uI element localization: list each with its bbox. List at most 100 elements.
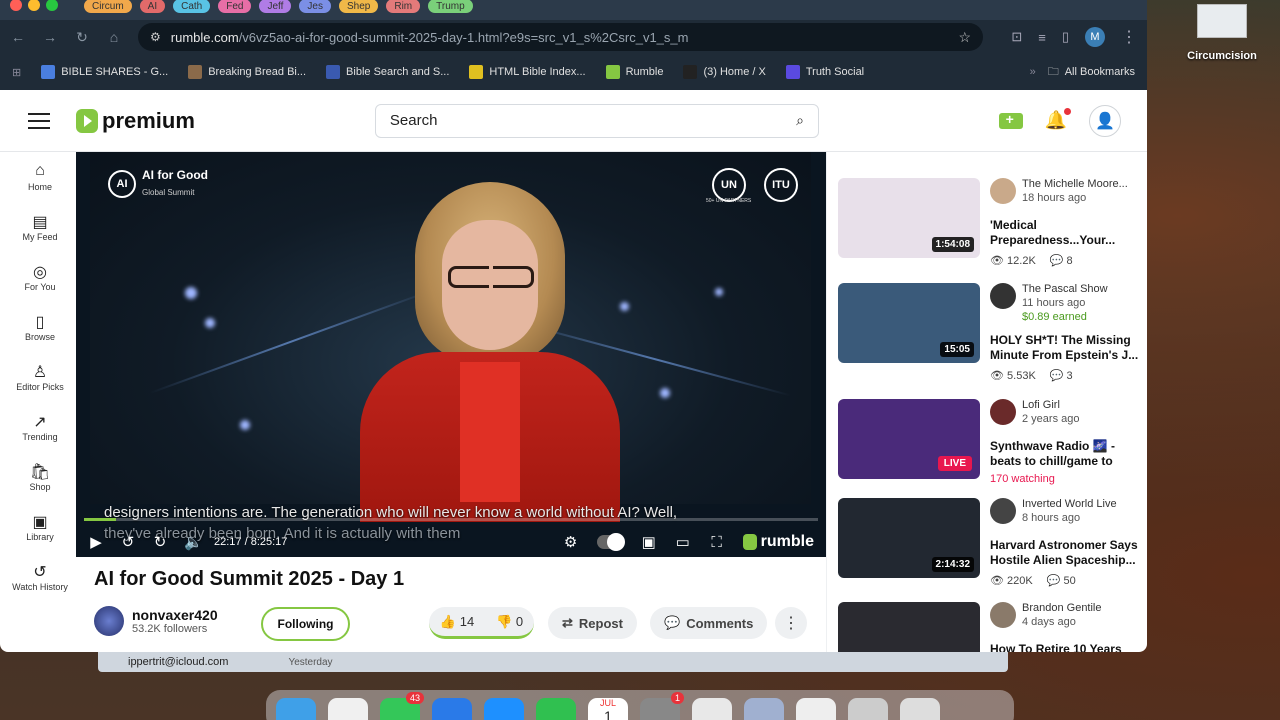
back-arrow-icon[interactable]: ← (10, 29, 26, 45)
channel-avatar[interactable] (990, 178, 1016, 204)
reading-list-icon[interactable]: ≡ (1038, 30, 1046, 45)
comments-button[interactable]: 💬 Comments (650, 607, 768, 639)
video-progress-bar[interactable] (84, 518, 818, 521)
nav-item-editor-picks[interactable]: ♙ Editor Picks (5, 352, 75, 402)
pip-icon[interactable]: ▣ (641, 533, 657, 551)
bookmark-item[interactable]: Breaking Bread Bi... (188, 65, 306, 79)
channel-name[interactable]: Brandon Gentile (1022, 602, 1102, 614)
video-thumbnail[interactable] (838, 602, 980, 652)
rewind-icon[interactable]: ↺ (120, 533, 136, 551)
channel-name[interactable]: The Michelle Moore... (1022, 178, 1128, 190)
browser-tab[interactable]: Cath (173, 0, 211, 13)
related-video[interactable]: 15:05 The Pascal Show 11 hours ago $0.89 ea… (838, 283, 1140, 382)
channel-name[interactable]: The Pascal Show (1022, 283, 1108, 295)
apps-grid-icon[interactable]: ⊞ (12, 66, 21, 79)
related-video-title[interactable]: 'Medical Preparedness...Your... (990, 218, 1140, 248)
address-bar[interactable]: ⚙ rumble.com/v6vz5ao-ai-for-good-summit-… (138, 23, 983, 51)
browser-tab[interactable]: Shep (338, 0, 379, 13)
theater-mode-icon[interactable]: ▭ (675, 533, 691, 551)
notifications-bell-icon[interactable]: 🔔 (1045, 108, 1071, 131)
tab-search-icon[interactable]: ⊡ (1011, 29, 1022, 45)
site-logo[interactable]: premium (76, 108, 195, 134)
bookmark-item[interactable]: BIBLE SHARES - G... (41, 65, 168, 79)
minimize-window-button[interactable] (28, 0, 40, 11)
channel-avatar[interactable] (990, 602, 1016, 628)
search-icon[interactable]: ⌕ (796, 112, 804, 129)
close-window-button[interactable] (10, 0, 22, 11)
nav-item-browse[interactable]: ▯ Browse (5, 302, 75, 352)
nav-item-shop[interactable]: 🛍 Shop (5, 452, 75, 502)
calendar-icon[interactable]: JUL 1 (588, 698, 628, 720)
fullscreen-icon[interactable]: ⛶ (709, 534, 725, 551)
rumble-watermark[interactable]: rumble (742, 533, 814, 551)
related-video[interactable]: LIVE Lofi Girl 2 years ago Synthwave Radio … (838, 399, 1140, 485)
reload-icon[interactable]: ↻ (74, 29, 90, 46)
settings-gear-icon[interactable]: ⚙ (563, 533, 579, 551)
document-icon[interactable] (796, 698, 836, 720)
related-video-title[interactable]: HOLY SH*T! The Missing Minute From Epste… (990, 333, 1140, 363)
bookmark-item[interactable]: HTML Bible Index... (469, 65, 586, 79)
following-button[interactable]: Following (261, 607, 350, 641)
video-thumbnail[interactable]: 15:05 (838, 283, 980, 363)
nav-item-my-feed[interactable]: ▤ My Feed (5, 202, 75, 252)
all-bookmarks-folder[interactable]: 🗀 All Bookmarks (1048, 63, 1135, 82)
channel-name[interactable]: Lofi Girl (1022, 399, 1060, 411)
launchpad-icon[interactable] (328, 698, 368, 720)
safari-icon[interactable] (484, 698, 524, 720)
site-info-icon[interactable]: ⚙ (150, 30, 161, 44)
channel-avatar[interactable] (990, 498, 1016, 524)
nav-item-library[interactable]: ▣ Library (5, 502, 75, 552)
profile-avatar[interactable]: M (1085, 27, 1105, 47)
volume-icon[interactable]: 🔈 (184, 533, 203, 551)
nav-item-watch-history[interactable]: ↺ Watch History (5, 552, 75, 602)
desktop-file-icon[interactable]: Circumcision (1186, 4, 1258, 64)
bookmark-item[interactable]: Bible Search and S... (326, 65, 449, 79)
menu-kebab-icon[interactable]: ⋮ (1121, 27, 1137, 47)
chrome-icon[interactable] (692, 698, 732, 720)
nav-item-home[interactable]: ⌂ Home (5, 152, 75, 202)
finder-icon[interactable] (276, 698, 316, 720)
like-button[interactable]: 👍 14 (440, 614, 474, 630)
channel-avatar[interactable] (990, 399, 1016, 425)
forward-icon[interactable]: ↻ (152, 533, 168, 551)
related-video-title[interactable]: Harvard Astronomer Says Hostile Alien Sp… (990, 538, 1140, 568)
browser-tab[interactable]: Jes (299, 0, 331, 13)
screenshot-icon[interactable] (848, 698, 888, 720)
repost-button[interactable]: ⇄ Repost (548, 607, 637, 639)
bookmark-item[interactable]: (3) Home / X (683, 65, 766, 79)
channel-name[interactable]: nonvaxer420 (132, 607, 218, 623)
bookmarks-overflow[interactable]: » (1030, 66, 1036, 78)
browser-tab[interactable]: Trump (428, 0, 473, 13)
channel-avatar[interactable] (94, 606, 124, 636)
video-thumbnail[interactable]: LIVE (838, 399, 980, 479)
upload-video-icon[interactable] (998, 111, 1023, 129)
play-icon[interactable]: ▶ (88, 533, 104, 551)
user-account-icon[interactable]: 👤 (1089, 104, 1121, 137)
mail-icon[interactable] (432, 698, 472, 720)
preview-icon[interactable] (744, 698, 784, 720)
nav-item-for-you[interactable]: ◎ For You (5, 252, 75, 302)
autoplay-toggle[interactable] (596, 533, 625, 551)
more-options-icon[interactable]: ⋮ (775, 607, 807, 639)
sidebar-icon[interactable]: ▯ (1062, 29, 1069, 45)
video-thumbnail[interactable]: 2:14:32 (838, 498, 980, 578)
messages-icon[interactable]: 43 (380, 692, 424, 720)
related-video-title[interactable]: How To Retire 10 Years (990, 642, 1140, 652)
related-video-title[interactable]: Synthwave Radio 🌌 - beats to chill/game … (990, 439, 1140, 469)
hamburger-menu-icon[interactable] (28, 112, 50, 129)
system-settings-icon[interactable]: 1 (640, 692, 684, 720)
browser-tab[interactable]: Jeff (259, 0, 292, 13)
channel-name[interactable]: Inverted World Live (1022, 498, 1117, 510)
browser-tab[interactable]: Fed (218, 0, 252, 13)
home-icon[interactable]: ⌂ (106, 29, 122, 45)
bookmark-star-icon[interactable]: ☆ (958, 29, 971, 46)
channel-info[interactable]: nonvaxer420 53.2K followers (94, 606, 218, 636)
related-video[interactable]: 1:54:08 The Michelle Moore... 18 hours ago… (838, 178, 1140, 267)
video-player[interactable]: AI AI for Good Global Summit UN 50+ UN PA… (76, 152, 826, 557)
browser-tab[interactable]: AI (139, 0, 166, 13)
related-video[interactable]: 2:14:32 Inverted World Live 8 hours ago Har… (838, 498, 1140, 587)
related-video[interactable]: Brandon Gentile 4 days ago How To Retire 1… (838, 602, 1138, 652)
channel-avatar[interactable] (990, 283, 1016, 309)
browser-tab[interactable]: Circum (84, 0, 132, 13)
search-input[interactable]: Search ⌕ (374, 103, 819, 138)
